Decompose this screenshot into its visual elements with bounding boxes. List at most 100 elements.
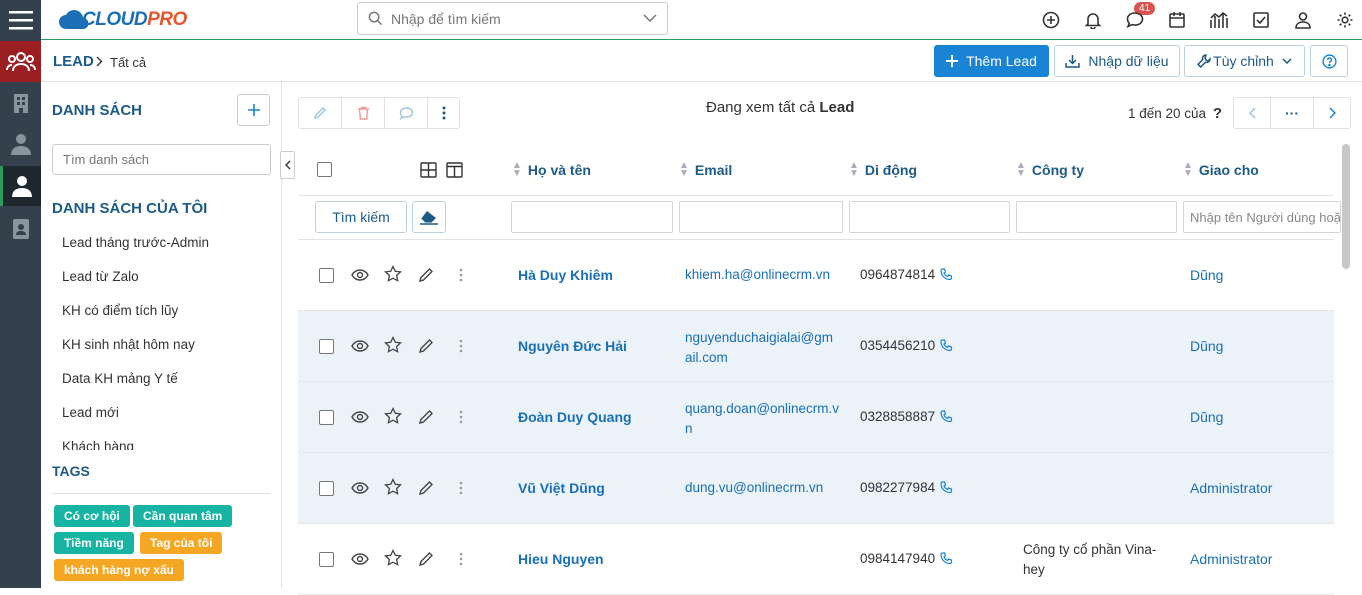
eye-icon[interactable] <box>350 549 370 569</box>
more-actions-button[interactable] <box>427 97 460 129</box>
eye-icon[interactable] <box>350 336 370 356</box>
lead-phone[interactable]: 0328858887 <box>860 409 953 424</box>
add-lead-button[interactable]: Thêm Lead <box>934 45 1049 77</box>
star-icon[interactable] <box>383 264 403 284</box>
phone-icon[interactable] <box>940 268 953 281</box>
tag-chip[interactable]: Có cơ hội <box>54 505 130 527</box>
comment-button[interactable] <box>384 97 428 129</box>
add-list-button[interactable] <box>237 94 270 126</box>
grid-view-icon[interactable] <box>420 162 437 178</box>
lead-email[interactable]: nguyenduchaigialai@gmail.com <box>685 328 840 368</box>
pencil-icon[interactable] <box>416 549 436 569</box>
add-circle-icon[interactable] <box>1041 10 1061 30</box>
lead-phone[interactable]: 0354456210 <box>860 338 953 353</box>
assigned-to[interactable]: Dũng <box>1190 267 1223 283</box>
lead-name[interactable]: Hieu Nguyen <box>518 551 604 567</box>
phone-icon[interactable] <box>940 339 953 352</box>
vertical-dots-icon[interactable] <box>451 336 471 356</box>
row-checkbox[interactable] <box>319 552 334 567</box>
filter-name-input[interactable] <box>511 201 673 233</box>
tag-chip[interactable]: Tiềm năng <box>54 532 134 554</box>
lead-company[interactable]: Công ty cổ phần Vina-hey <box>1023 540 1173 580</box>
assigned-to[interactable]: Dũng <box>1190 338 1223 354</box>
vertical-dots-icon[interactable] <box>451 549 471 569</box>
list-item[interactable]: KH sinh nhật hôm nay <box>62 337 195 352</box>
chat-icon[interactable] <box>1125 10 1145 30</box>
lead-email[interactable]: khiem.ha@onlinecrm.vn <box>685 265 840 285</box>
global-search[interactable] <box>357 2 668 35</box>
column-header-assigned[interactable]: ▲ ▼ Giao cho <box>1183 161 1259 179</box>
hamburger-menu-icon[interactable] <box>0 0 41 40</box>
list-item[interactable]: Lead từ Zalo <box>62 269 139 284</box>
phone-icon[interactable] <box>940 552 953 565</box>
eye-icon[interactable] <box>350 478 370 498</box>
phone-icon[interactable] <box>940 481 953 494</box>
filter-email-input[interactable] <box>679 201 843 233</box>
row-checkbox[interactable] <box>319 481 334 496</box>
row-checkbox[interactable] <box>319 268 334 283</box>
columns-view-icon[interactable] <box>446 162 463 178</box>
row-checkbox[interactable] <box>319 339 334 354</box>
lead-name[interactable]: Vũ Việt Dũng <box>518 480 605 496</box>
profile-icon[interactable] <box>1293 10 1313 30</box>
list-search-input[interactable] <box>52 144 271 175</box>
previous-page-button[interactable] <box>1233 97 1271 129</box>
filter-mobile-input[interactable] <box>849 201 1010 233</box>
list-item[interactable]: Data KH mảng Y tế <box>62 371 178 386</box>
chevron-down-icon[interactable] <box>643 14 657 23</box>
list-item[interactable]: Lead mới <box>62 405 119 420</box>
next-page-button[interactable] <box>1313 97 1351 129</box>
search-filter-button[interactable]: Tìm kiếm <box>315 201 407 233</box>
star-icon[interactable] <box>383 548 403 568</box>
lead-name[interactable]: Nguyên Đức Hải <box>518 338 627 354</box>
column-header-name[interactable]: ▲ ▼ Họ và tên <box>512 161 591 179</box>
lead-phone[interactable]: 0964874814 <box>860 267 953 282</box>
eye-icon[interactable] <box>350 265 370 285</box>
contacts-icon[interactable] <box>0 130 41 158</box>
clear-filter-button[interactable] <box>412 201 446 233</box>
assigned-to[interactable]: Administrator <box>1190 480 1272 496</box>
task-checkbox-icon[interactable] <box>1251 10 1271 30</box>
lead-name[interactable]: Đoàn Duy Quang <box>518 409 632 425</box>
filter-assigned-input[interactable] <box>1183 201 1341 233</box>
building-icon[interactable] <box>0 90 41 116</box>
tag-chip[interactable]: Tag của tôi <box>140 532 223 554</box>
gear-icon[interactable] <box>1335 10 1355 30</box>
vertical-dots-icon[interactable] <box>451 407 471 427</box>
calendar-icon[interactable] <box>1167 10 1187 30</box>
lead-email[interactable]: quang.doan@onlinecrm.vn <box>685 399 840 439</box>
contact-card-icon[interactable] <box>0 215 41 243</box>
customize-button[interactable]: Tùy chỉnh <box>1184 45 1305 77</box>
cloudpro-logo[interactable]: CLOUDPRO <box>58 9 193 31</box>
edit-button[interactable] <box>298 97 342 129</box>
global-search-input[interactable] <box>391 10 641 27</box>
pencil-icon[interactable] <box>416 407 436 427</box>
select-all-checkbox[interactable] <box>317 162 332 177</box>
column-header-email[interactable]: ▲ ▼ Email <box>679 161 732 179</box>
delete-button[interactable] <box>341 97 385 129</box>
lead-email[interactable]: dung.vu@onlinecrm.vn <box>685 478 840 498</box>
pencil-icon[interactable] <box>416 265 436 285</box>
lead-name[interactable]: Hà Duy Khiêm <box>518 267 613 283</box>
column-header-mobile[interactable]: ▲ ▼ Di động <box>849 161 917 179</box>
star-icon[interactable] <box>383 406 403 426</box>
assigned-to[interactable]: Administrator <box>1190 551 1272 567</box>
star-icon[interactable] <box>383 335 403 355</box>
import-data-button[interactable]: Nhập dữ liệu <box>1054 45 1180 77</box>
pagination-unknown-total[interactable]: ? <box>1213 105 1222 122</box>
eye-icon[interactable] <box>350 407 370 427</box>
row-checkbox[interactable] <box>319 410 334 425</box>
page-more-button[interactable]: ··· <box>1270 97 1314 129</box>
list-item[interactable]: Khách hàng <box>62 439 134 450</box>
vertical-dots-icon[interactable] <box>451 265 471 285</box>
vertical-scrollbar[interactable] <box>1342 144 1350 269</box>
help-button[interactable] <box>1310 45 1348 77</box>
breadcrumb-module[interactable]: LEAD <box>53 53 94 70</box>
pencil-icon[interactable] <box>416 478 436 498</box>
pencil-icon[interactable] <box>416 336 436 356</box>
user-icon[interactable] <box>0 166 41 206</box>
lead-phone[interactable]: 0982277984 <box>860 480 953 495</box>
column-header-company[interactable]: ▲ ▼ Công ty <box>1016 161 1084 179</box>
list-item[interactable]: KH có điểm tích lũy <box>62 303 178 318</box>
tag-chip[interactable]: khách hàng nợ xấu <box>54 559 184 581</box>
